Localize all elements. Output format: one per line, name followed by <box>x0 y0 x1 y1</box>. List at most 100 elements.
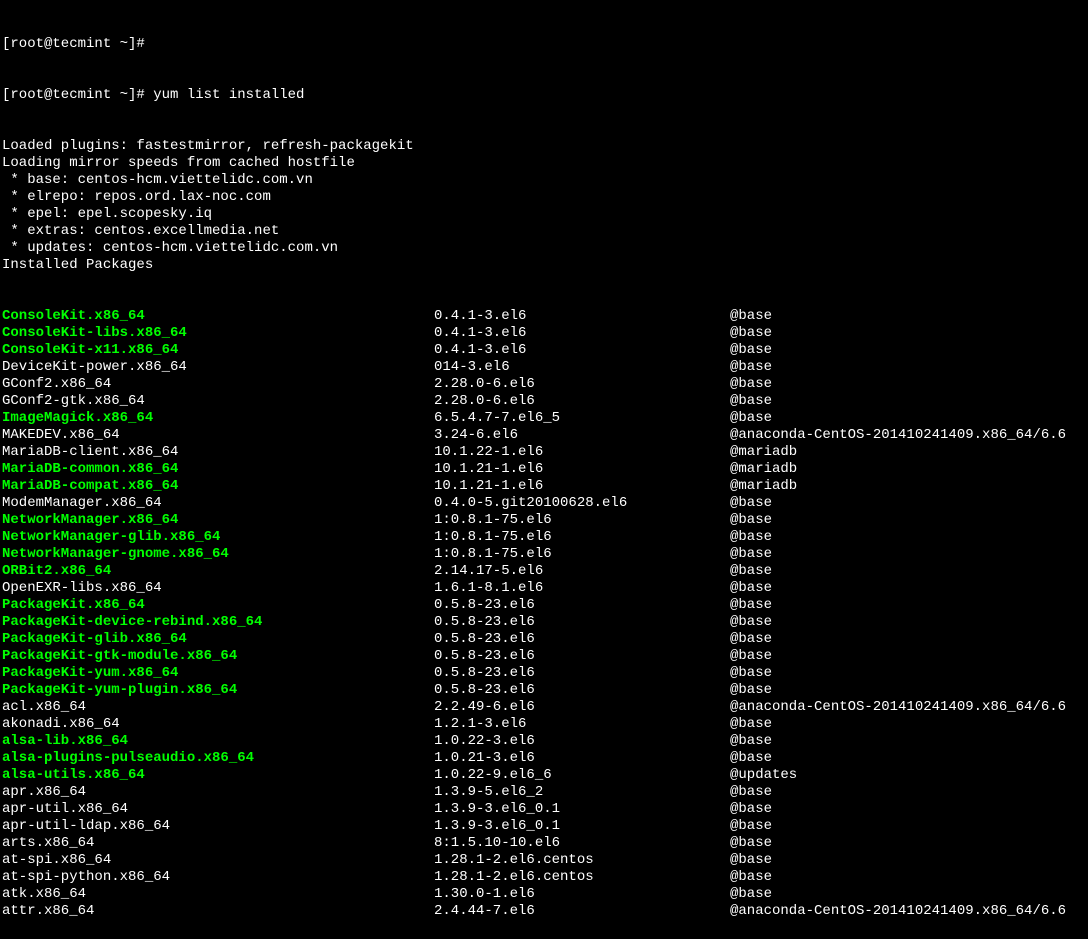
output-text: Installed Packages <box>2 257 153 274</box>
package-version: 1.28.1-2.el6.centos <box>434 869 730 886</box>
output-line: * epel: epel.scopesky.iq <box>2 206 1086 223</box>
package-repo: @base <box>730 835 1086 852</box>
package-name: NetworkManager-gnome.x86_64 <box>2 546 434 563</box>
package-row: apr-util-ldap.x86_641.3.9-3.el6_0.1@base <box>2 818 1086 835</box>
output-line: * updates: centos-hcm.viettelidc.com.vn <box>2 240 1086 257</box>
package-row: atk.x86_641.30.0-1.el6@base <box>2 886 1086 903</box>
package-repo: @base <box>730 631 1086 648</box>
package-repo: @base <box>730 325 1086 342</box>
package-row: ORBit2.x86_642.14.17-5.el6@base <box>2 563 1086 580</box>
package-row: PackageKit-device-rebind.x86_640.5.8-23.… <box>2 614 1086 631</box>
output-text: * base: centos-hcm.viettelidc.com.vn <box>2 172 313 189</box>
package-version: 1:0.8.1-75.el6 <box>434 546 730 563</box>
package-row: ConsoleKit-libs.x86_640.4.1-3.el6@base <box>2 325 1086 342</box>
package-name: ConsoleKit-x11.x86_64 <box>2 342 434 359</box>
output-line: * extras: centos.excellmedia.net <box>2 223 1086 240</box>
package-row: NetworkManager-gnome.x86_641:0.8.1-75.el… <box>2 546 1086 563</box>
package-row: MariaDB-common.x86_6410.1.21-1.el6@maria… <box>2 461 1086 478</box>
package-version: 1.2.1-3.el6 <box>434 716 730 733</box>
package-name: MAKEDEV.x86_64 <box>2 427 434 444</box>
package-version: 1.3.9-3.el6_0.1 <box>434 801 730 818</box>
package-name: PackageKit-device-rebind.x86_64 <box>2 614 434 631</box>
package-version: 1.6.1-8.1.el6 <box>434 580 730 597</box>
package-version: 0.5.8-23.el6 <box>434 665 730 682</box>
package-repo: @base <box>730 682 1086 699</box>
package-row: PackageKit-gtk-module.x86_640.5.8-23.el6… <box>2 648 1086 665</box>
package-repo: @base <box>730 376 1086 393</box>
package-repo: @anaconda-CentOS-201410241409.x86_64/6.6 <box>730 903 1086 920</box>
output-line: Installed Packages <box>2 257 1086 274</box>
package-name: MariaDB-common.x86_64 <box>2 461 434 478</box>
package-version: 0.4.0-5.git20100628.el6 <box>434 495 730 512</box>
terminal-window[interactable]: [root@tecmint ~]# [root@tecmint ~]# yum … <box>0 0 1088 939</box>
package-version: 8:1.5.10-10.el6 <box>434 835 730 852</box>
package-row: MAKEDEV.x86_643.24-6.el6@anaconda-CentOS… <box>2 427 1086 444</box>
package-row: arts.x86_648:1.5.10-10.el6@base <box>2 835 1086 852</box>
package-version: 0.5.8-23.el6 <box>434 682 730 699</box>
package-repo: @base <box>730 801 1086 818</box>
output-line: * base: centos-hcm.viettelidc.com.vn <box>2 172 1086 189</box>
package-name: apr-util-ldap.x86_64 <box>2 818 434 835</box>
package-row: GConf2.x86_642.28.0-6.el6@base <box>2 376 1086 393</box>
package-row: alsa-utils.x86_641.0.22-9.el6_6@updates <box>2 767 1086 784</box>
prompt-line: [root@tecmint ~]# yum list installed <box>2 87 1086 104</box>
package-row: NetworkManager.x86_641:0.8.1-75.el6@base <box>2 512 1086 529</box>
package-repo: @base <box>730 852 1086 869</box>
package-repo: @base <box>730 393 1086 410</box>
package-row: apr.x86_641.3.9-5.el6_2@base <box>2 784 1086 801</box>
output-text: Loaded plugins: fastestmirror, refresh-p… <box>2 138 414 155</box>
package-name: PackageKit-yum.x86_64 <box>2 665 434 682</box>
output-text: * elrepo: repos.ord.lax-noc.com <box>2 189 271 206</box>
package-repo: @base <box>730 818 1086 835</box>
package-repo: @base <box>730 886 1086 903</box>
package-name: ConsoleKit-libs.x86_64 <box>2 325 434 342</box>
output-text: * epel: epel.scopesky.iq <box>2 206 212 223</box>
package-version: 2.4.44-7.el6 <box>434 903 730 920</box>
shell-prompt: [root@tecmint ~]# <box>2 87 153 104</box>
package-name: NetworkManager-glib.x86_64 <box>2 529 434 546</box>
package-version: 10.1.21-1.el6 <box>434 461 730 478</box>
package-repo: @base <box>730 512 1086 529</box>
package-name: MariaDB-compat.x86_64 <box>2 478 434 495</box>
package-row: MariaDB-compat.x86_6410.1.21-1.el6@maria… <box>2 478 1086 495</box>
package-repo: @base <box>730 308 1086 325</box>
package-repo: @base <box>730 784 1086 801</box>
package-name: ModemManager.x86_64 <box>2 495 434 512</box>
package-row: OpenEXR-libs.x86_641.6.1-8.1.el6@base <box>2 580 1086 597</box>
package-repo: @base <box>730 716 1086 733</box>
output-text: * extras: centos.excellmedia.net <box>2 223 279 240</box>
package-row: NetworkManager-glib.x86_641:0.8.1-75.el6… <box>2 529 1086 546</box>
package-version: 1.0.21-3.el6 <box>434 750 730 767</box>
package-name: GConf2.x86_64 <box>2 376 434 393</box>
package-row: apr-util.x86_641.3.9-3.el6_0.1@base <box>2 801 1086 818</box>
package-version: 10.1.22-1.el6 <box>434 444 730 461</box>
output-line: * elrepo: repos.ord.lax-noc.com <box>2 189 1086 206</box>
package-name: PackageKit-yum-plugin.x86_64 <box>2 682 434 699</box>
package-version: 2.28.0-6.el6 <box>434 393 730 410</box>
package-version: 0.5.8-23.el6 <box>434 648 730 665</box>
package-version: 0.4.1-3.el6 <box>434 325 730 342</box>
package-row: ConsoleKit.x86_640.4.1-3.el6@base <box>2 308 1086 325</box>
package-name: OpenEXR-libs.x86_64 <box>2 580 434 597</box>
package-name: ORBit2.x86_64 <box>2 563 434 580</box>
package-row: ImageMagick.x86_646.5.4.7-7.el6_5@base <box>2 410 1086 427</box>
package-name: NetworkManager.x86_64 <box>2 512 434 529</box>
package-repo: @base <box>730 597 1086 614</box>
package-version: 1.0.22-9.el6_6 <box>434 767 730 784</box>
output-line: Loaded plugins: fastestmirror, refresh-p… <box>2 138 1086 155</box>
package-repo: @base <box>730 869 1086 886</box>
package-name: at-spi-python.x86_64 <box>2 869 434 886</box>
package-name: acl.x86_64 <box>2 699 434 716</box>
package-name: attr.x86_64 <box>2 903 434 920</box>
package-name: ConsoleKit.x86_64 <box>2 308 434 325</box>
package-version: 0.5.8-23.el6 <box>434 614 730 631</box>
package-version: 2.14.17-5.el6 <box>434 563 730 580</box>
prompt-line: [root@tecmint ~]# <box>2 36 1086 53</box>
package-version: 2.28.0-6.el6 <box>434 376 730 393</box>
package-version: 1.3.9-3.el6_0.1 <box>434 818 730 835</box>
package-row: PackageKit-yum-plugin.x86_640.5.8-23.el6… <box>2 682 1086 699</box>
package-row: MariaDB-client.x86_6410.1.22-1.el6@maria… <box>2 444 1086 461</box>
package-repo: @base <box>730 750 1086 767</box>
package-version: 3.24-6.el6 <box>434 427 730 444</box>
package-repo: @base <box>730 648 1086 665</box>
